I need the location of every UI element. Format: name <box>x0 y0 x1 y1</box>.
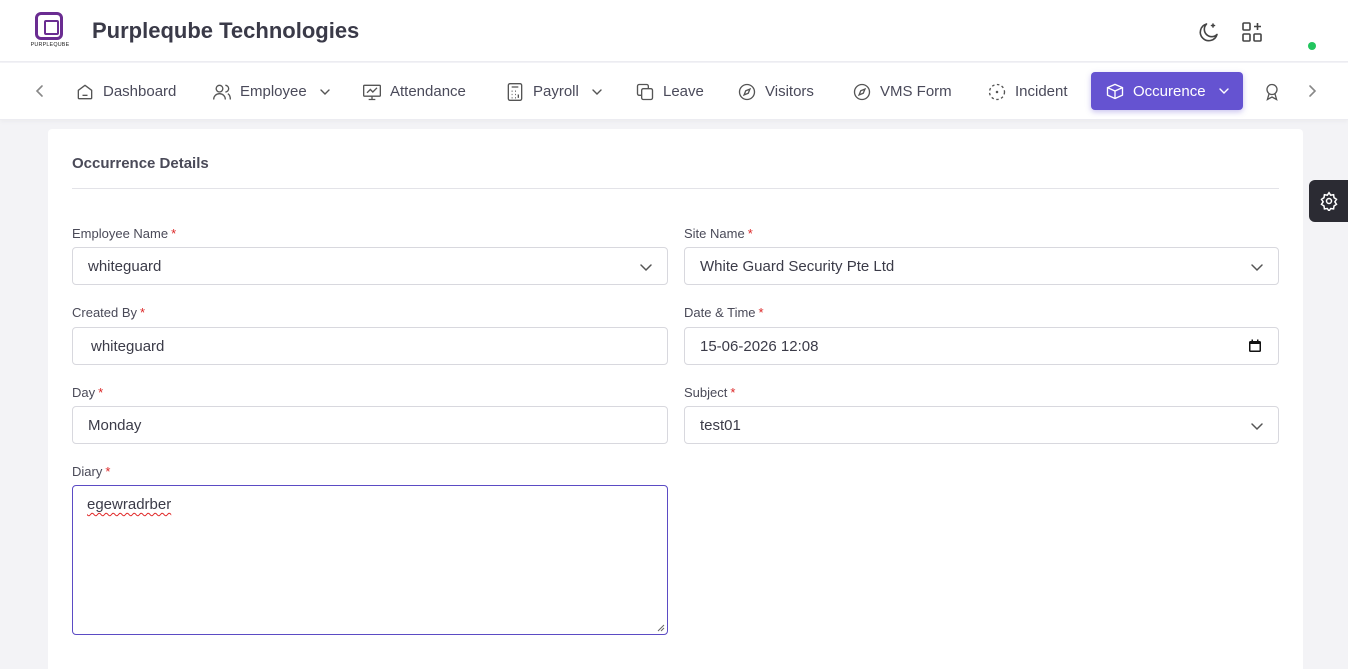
divider <box>72 188 1279 189</box>
diary-label: Diary * <box>72 464 110 479</box>
form-title: Occurrence Details <box>72 155 209 172</box>
chevron-down-icon <box>1251 264 1263 272</box>
chevron-down-icon <box>1218 88 1229 94</box>
select-value: White Guard Security Pte Ltd <box>700 257 895 275</box>
nav-item-employee[interactable]: Employee <box>212 63 331 120</box>
subject-select[interactable]: test01 <box>684 406 1279 444</box>
nav-label: Incident <box>1015 83 1068 100</box>
textarea-value: egewradrber <box>87 496 172 513</box>
company-logo[interactable]: PURPLEQUBE <box>28 10 72 50</box>
date-time-label: Date & Time * <box>684 305 764 320</box>
nav-item-payroll[interactable]: Payroll <box>505 63 603 120</box>
nav-item-incident[interactable]: Incident <box>987 63 1068 120</box>
moon-icon[interactable] <box>1197 20 1221 44</box>
nav-label: VMS Form <box>880 83 952 100</box>
settings-toggle-button[interactable] <box>1309 180 1348 222</box>
nav-item-attendance[interactable]: Attendance <box>362 63 466 120</box>
required-mark: * <box>140 305 146 320</box>
company-name: Purpleqube Technologies <box>92 18 360 43</box>
label-text: Day <box>72 385 96 400</box>
site-name-label: Site Name * <box>684 226 753 241</box>
required-mark: * <box>105 464 111 479</box>
input-value: whiteguard <box>91 337 165 355</box>
created-by-label: Created By * <box>72 305 145 320</box>
label-text: Subject <box>684 385 728 400</box>
date-time-input[interactable]: 15-06-2026 12:08 <box>684 327 1279 365</box>
logo-mark <box>35 12 63 40</box>
employee-name-label: Employee Name * <box>72 226 176 241</box>
nav-item-visitors[interactable]: Visitors <box>737 63 814 120</box>
required-mark: * <box>758 305 764 320</box>
nav-item-vms-form[interactable]: VMS Form <box>852 63 952 120</box>
calendar-icon[interactable] <box>1248 339 1262 353</box>
label-text: Diary <box>72 464 103 479</box>
chevron-down-icon <box>1251 423 1263 431</box>
home-icon <box>77 84 93 99</box>
nav-item-awards[interactable] <box>1262 63 1282 120</box>
chevron-down-icon <box>320 88 330 95</box>
nav-label: Occurence <box>1133 82 1206 100</box>
required-mark: * <box>730 385 736 400</box>
select-value: whiteguard <box>88 257 162 275</box>
nav-label: Dashboard <box>103 83 177 100</box>
select-value: test01 <box>700 416 741 434</box>
day-input[interactable]: Monday <box>72 406 668 444</box>
compass-icon <box>853 83 871 100</box>
nav-label: Visitors <box>765 83 814 100</box>
subject-label: Subject * <box>684 385 735 400</box>
label-text: Date & Time <box>684 305 756 320</box>
input-value: Monday <box>88 416 142 434</box>
award-icon <box>1266 83 1278 101</box>
box-icon <box>1106 83 1124 100</box>
nav-item-leave[interactable]: Leave <box>635 63 704 120</box>
copy-icon <box>636 83 654 100</box>
day-label: Day * <box>72 385 103 400</box>
created-by-input[interactable]: whiteguard <box>72 327 668 365</box>
monitor-chart-icon <box>363 84 381 100</box>
nav-scroll-left-icon[interactable] <box>30 81 50 101</box>
chevron-down-icon <box>592 88 602 95</box>
resize-handle-icon[interactable] <box>657 624 665 632</box>
main-nav: Dashboard Employee Attendance Payroll Le… <box>0 63 1348 120</box>
nav-label: Employee <box>240 83 307 100</box>
online-status-dot <box>1308 42 1316 50</box>
nav-item-occurence[interactable]: Occurence <box>1091 72 1243 110</box>
occurrence-form-card: Occurrence Details Employee Name * whiteg… <box>48 129 1303 669</box>
input-value: 15-06-2026 12:08 <box>700 337 819 355</box>
nav-label: Leave <box>663 83 704 100</box>
chevron-down-icon <box>640 264 652 272</box>
top-header: PURPLEQUBE Purpleqube Technologies <box>0 0 1348 62</box>
label-text: Created By <box>72 305 138 320</box>
site-name-select[interactable]: White Guard Security Pte Ltd <box>684 247 1279 285</box>
employee-name-select[interactable]: whiteguard <box>72 247 668 285</box>
required-mark: * <box>98 385 104 400</box>
diary-textarea[interactable]: egewradrber <box>72 485 668 635</box>
focus-icon <box>988 83 1006 100</box>
calculator-icon <box>507 82 523 101</box>
nav-scroll-right-icon[interactable] <box>1302 81 1322 101</box>
nav-label: Payroll <box>533 83 579 100</box>
required-mark: * <box>747 226 753 241</box>
required-mark: * <box>171 226 177 241</box>
label-text: Employee Name <box>72 226 169 241</box>
label-text: Site Name <box>684 226 745 241</box>
compass-icon <box>738 83 756 100</box>
apps-grid-icon[interactable] <box>1240 20 1264 44</box>
logo-text: PURPLEQUBE <box>30 42 70 48</box>
nav-label: Attendance <box>390 83 466 100</box>
users-icon <box>213 84 231 100</box>
nav-item-dashboard[interactable]: Dashboard <box>75 63 176 120</box>
gear-icon <box>1320 191 1338 211</box>
